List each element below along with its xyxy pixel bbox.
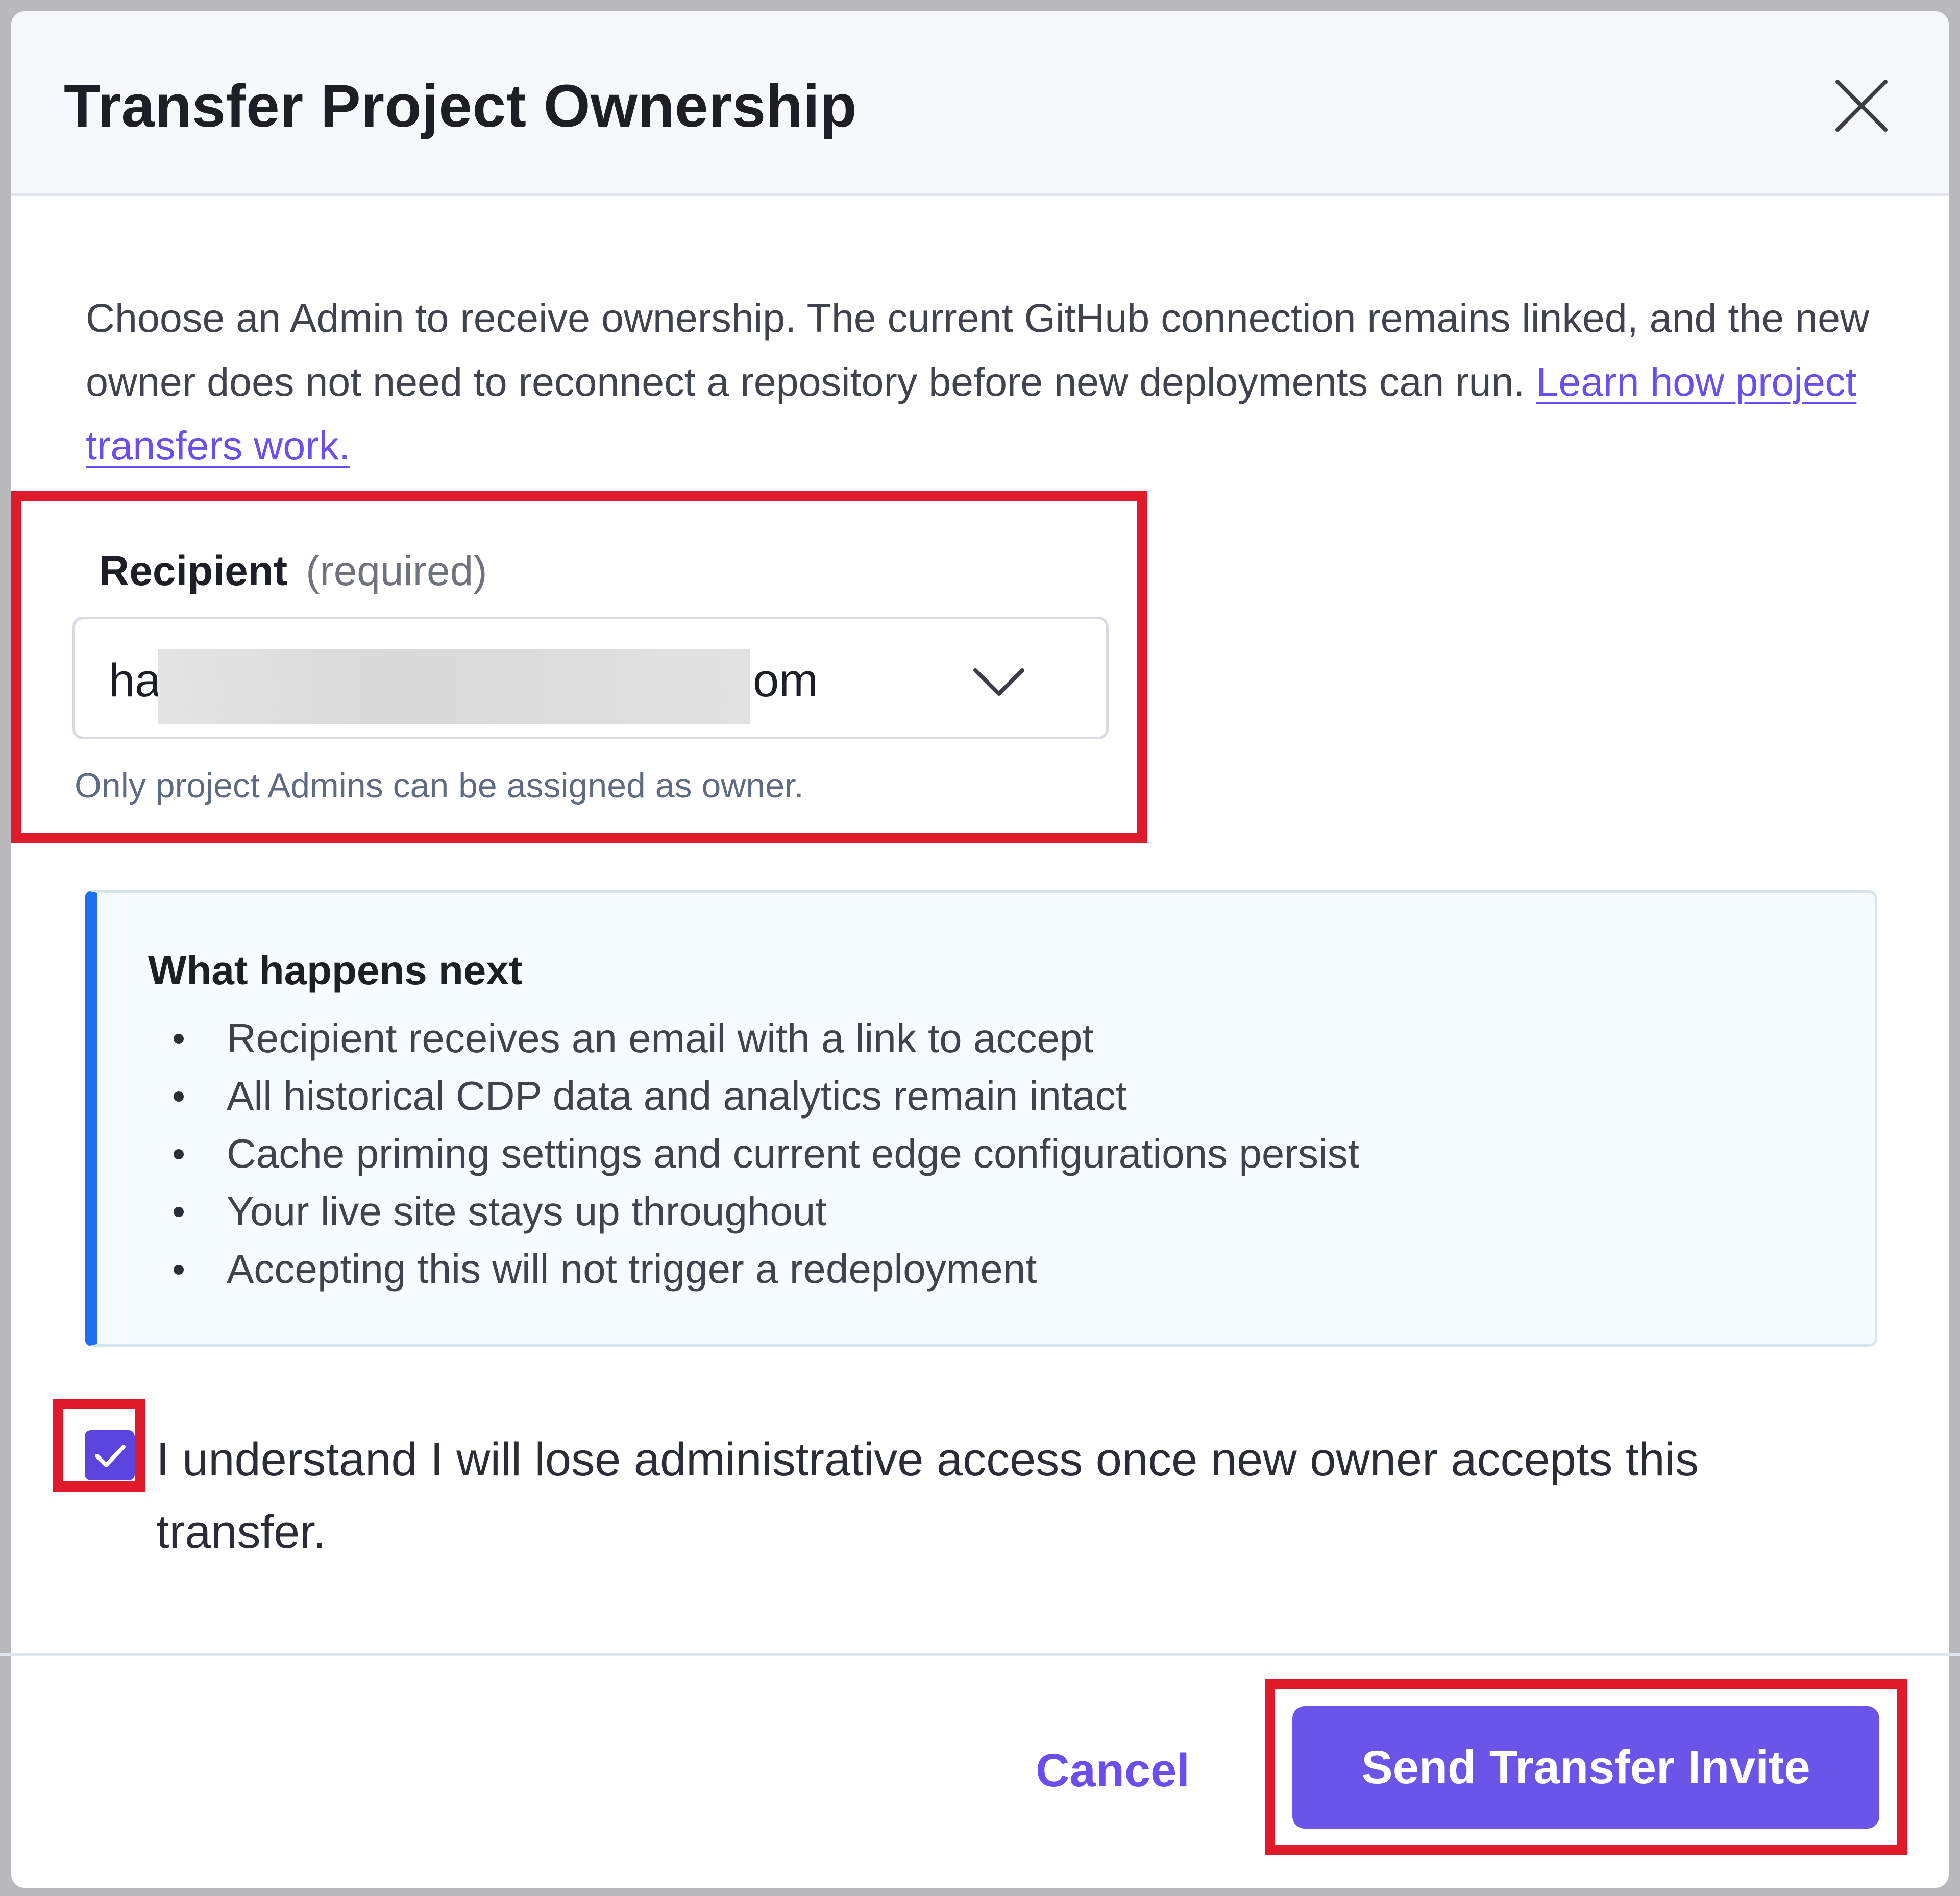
close-icon [1835,80,1888,132]
footer-divider [0,1653,1960,1656]
close-button[interactable] [1828,72,1895,139]
recipient-hint: Only project Admins can be assigned as o… [75,766,804,805]
list-item: Cache priming settings and current edge … [97,1125,1359,1182]
what-happens-next-panel: What happens next Recipient receives an … [85,890,1877,1347]
info-title: What happens next [148,947,523,993]
checkmark-icon [95,1445,126,1467]
redacted-email [158,649,750,724]
send-transfer-invite-button[interactable]: Send Transfer Invite [1292,1706,1879,1829]
list-item: Your live site stays up throughout [97,1182,1359,1240]
info-list: Recipient receives an email with a link … [97,1009,1359,1298]
cancel-button[interactable]: Cancel [1021,1719,1205,1821]
recipient-label: Recipient (required) [99,547,487,595]
required-indicator: (required) [306,548,487,594]
recipient-value-suffix: om [753,654,818,707]
dialog-description: Choose an Admin to receive ownership. Th… [86,286,1893,477]
recipient-select[interactable]: ha om [72,617,1109,739]
list-item: All historical CDP data and analytics re… [97,1067,1359,1125]
dialog-title: Transfer Project Ownership [64,72,857,140]
list-item: Recipient receives an email with a link … [97,1009,1359,1067]
acknowledge-label[interactable]: I understand I will lose administrative … [156,1423,1876,1568]
recipient-value-prefix: ha [109,654,161,707]
recipient-label-text: Recipient [99,548,288,594]
chevron-down-icon [973,668,1024,696]
list-item: Accepting this will not trigger a redepl… [97,1240,1359,1298]
acknowledge-checkbox[interactable] [85,1430,135,1480]
dialog-header: Transfer Project Ownership [11,11,1949,196]
